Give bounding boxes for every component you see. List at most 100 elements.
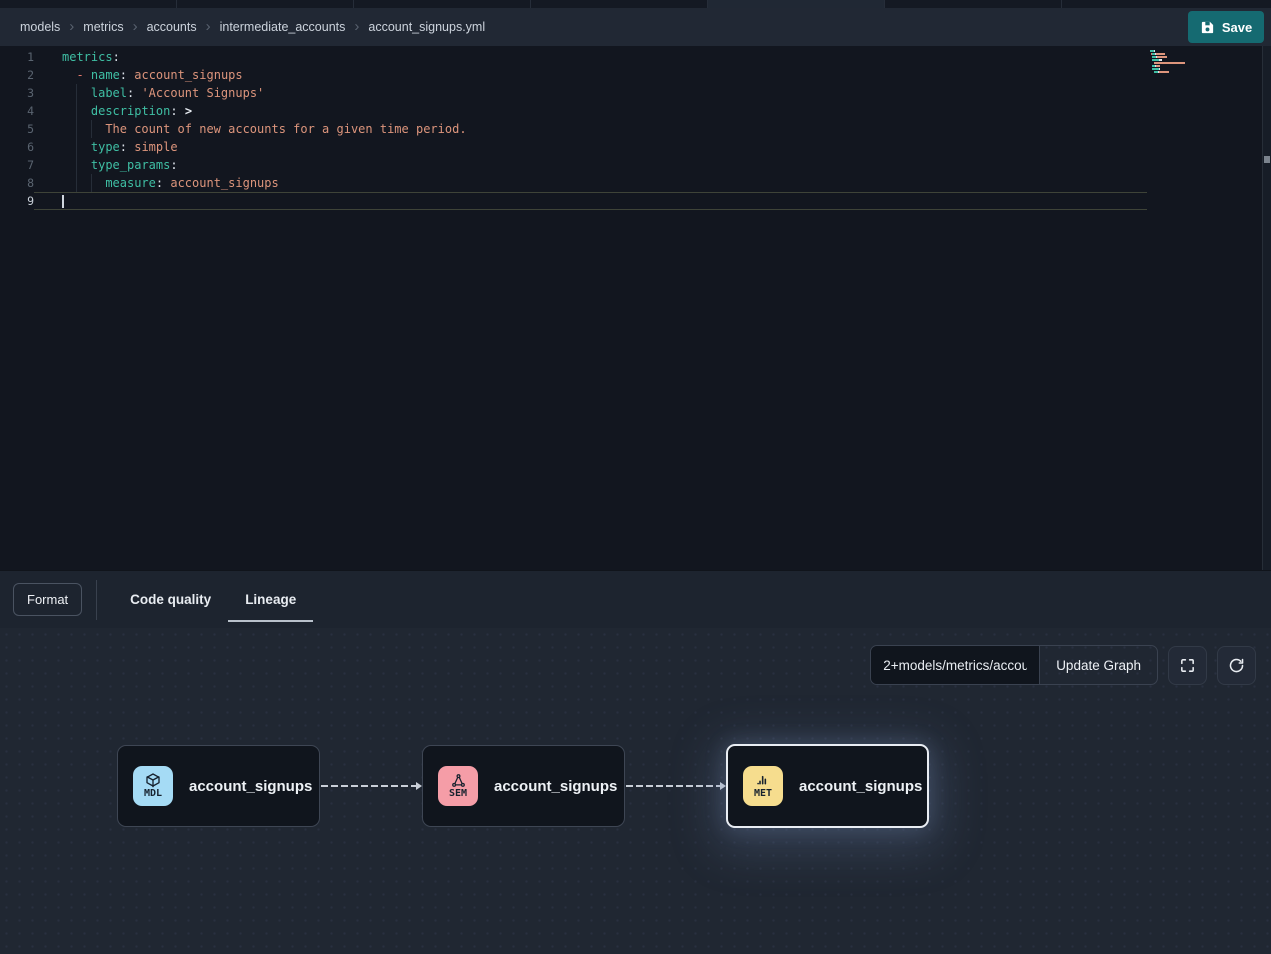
indent-guide bbox=[91, 174, 105, 192]
editor-tab[interactable] bbox=[0, 0, 177, 8]
lineage-canvas[interactable]: Update Graph bbox=[0, 628, 1271, 954]
indent-guide bbox=[62, 120, 76, 138]
indent-guide bbox=[76, 84, 90, 102]
code-token: account_signups bbox=[170, 176, 278, 190]
panel-tabs: Code qualityLineage bbox=[113, 571, 313, 628]
code-token: name bbox=[91, 68, 120, 82]
refresh-button[interactable] bbox=[1217, 646, 1256, 685]
minimap-segment bbox=[1159, 71, 1168, 73]
node-label: account_signups bbox=[799, 778, 922, 795]
minimap-segment bbox=[1152, 68, 1159, 70]
chevron-right-icon: › bbox=[69, 19, 74, 34]
scrollbar[interactable] bbox=[1262, 46, 1271, 570]
minimap-segment bbox=[1161, 59, 1162, 61]
minimap-line bbox=[1150, 56, 1210, 58]
indent-guide bbox=[76, 120, 90, 138]
minimap-line bbox=[1150, 53, 1210, 55]
minimap-line bbox=[1150, 74, 1210, 76]
code-token: metrics bbox=[62, 50, 113, 64]
lineage-selector-input[interactable] bbox=[871, 646, 1039, 684]
minimap[interactable] bbox=[1150, 50, 1210, 77]
line-number: 5 bbox=[0, 120, 34, 138]
tab-lineage[interactable]: Lineage bbox=[228, 571, 313, 628]
code-line-content: type: simple bbox=[34, 138, 1147, 156]
minimap-segment bbox=[1156, 53, 1165, 55]
panel-tabs-row: Format Code qualityLineage bbox=[0, 571, 1271, 628]
code-token: The count of new accounts for a given ti… bbox=[105, 122, 466, 136]
editor-tab[interactable] bbox=[354, 0, 531, 8]
editor-tab[interactable] bbox=[708, 0, 885, 8]
editor-tab[interactable] bbox=[531, 0, 708, 8]
save-button[interactable]: Save bbox=[1188, 11, 1264, 43]
minimap-line bbox=[1150, 68, 1210, 70]
line-number: 7 bbox=[0, 156, 34, 174]
line-number: 1 bbox=[0, 48, 34, 66]
editor-tab[interactable] bbox=[177, 0, 354, 8]
lineage-toolbar: Update Graph bbox=[870, 645, 1256, 685]
code-token: simple bbox=[134, 140, 177, 154]
code-editor[interactable]: 1metrics:2 - name: account_signups3 labe… bbox=[0, 46, 1271, 570]
code-line-content: metrics: bbox=[34, 48, 1147, 66]
line-number: 2 bbox=[0, 66, 34, 84]
code-line: 4 description: > bbox=[0, 102, 1271, 120]
save-icon bbox=[1200, 20, 1215, 35]
chevron-right-icon: › bbox=[354, 19, 359, 34]
code-line-content: - name: account_signups bbox=[34, 66, 1147, 84]
indent-guide bbox=[62, 102, 76, 120]
code-line: 9 bbox=[0, 192, 1271, 210]
tab-code-quality[interactable]: Code quality bbox=[113, 571, 228, 628]
code-line-content: measure: account_signups bbox=[34, 174, 1147, 192]
code-token: : bbox=[120, 140, 134, 154]
minimap-line bbox=[1150, 71, 1210, 73]
refresh-icon bbox=[1228, 657, 1245, 674]
code-token: label bbox=[91, 86, 127, 100]
code-token: : bbox=[120, 68, 134, 82]
minimap-segment bbox=[1156, 65, 1160, 67]
format-button[interactable]: Format bbox=[13, 583, 82, 616]
minimap-line bbox=[1150, 62, 1210, 64]
breadcrumb: models›metrics›accounts›intermediate_acc… bbox=[20, 20, 485, 34]
editor-tab[interactable] bbox=[1062, 0, 1271, 8]
update-graph-button[interactable]: Update Graph bbox=[1039, 646, 1157, 684]
node-badge-label: MET bbox=[754, 788, 772, 800]
editor-tab[interactable] bbox=[885, 0, 1062, 8]
minimap-segment bbox=[1157, 56, 1168, 58]
code-lines: 1metrics:2 - name: account_signups3 labe… bbox=[0, 48, 1271, 210]
indent-guide bbox=[62, 138, 76, 156]
line-number: 6 bbox=[0, 138, 34, 156]
indent-guide bbox=[76, 102, 90, 120]
code-token: : bbox=[170, 104, 184, 118]
minimap-line bbox=[1150, 65, 1210, 67]
minimap-line bbox=[1150, 50, 1210, 52]
scrollbar-thumb[interactable] bbox=[1264, 156, 1270, 163]
code-token: type bbox=[91, 140, 120, 154]
bar-chart-icon bbox=[755, 772, 771, 788]
code-token: : bbox=[127, 86, 141, 100]
divider bbox=[96, 580, 97, 620]
code-token: account_signups bbox=[134, 68, 242, 82]
line-number: 8 bbox=[0, 174, 34, 192]
node-badge: MDL bbox=[133, 766, 173, 806]
lineage-node[interactable]: SEMaccount_signups bbox=[422, 745, 625, 827]
code-line: 8 measure: account_signups bbox=[0, 174, 1271, 192]
indent-guide bbox=[91, 120, 105, 138]
breadcrumb-item: intermediate_accounts bbox=[220, 20, 346, 34]
semantic-network-icon bbox=[451, 773, 466, 788]
code-token: description bbox=[91, 104, 170, 118]
node-badge: SEM bbox=[438, 766, 478, 806]
code-line-content bbox=[34, 192, 1147, 210]
code-line: 5 The count of new accounts for a given … bbox=[0, 120, 1271, 138]
breadcrumb-item: models bbox=[20, 20, 60, 34]
code-line-content: type_params: bbox=[34, 156, 1147, 174]
code-token: : bbox=[156, 176, 170, 190]
text-cursor bbox=[62, 195, 64, 208]
fullscreen-button[interactable] bbox=[1168, 646, 1207, 685]
code-token: type_params bbox=[91, 158, 170, 172]
fullscreen-icon bbox=[1179, 657, 1196, 674]
code-token: - bbox=[76, 68, 90, 82]
indent-guide bbox=[62, 84, 76, 102]
selector-group: Update Graph bbox=[870, 645, 1158, 685]
lineage-node[interactable]: MET account_signups bbox=[726, 744, 929, 828]
node-label: account_signups bbox=[189, 778, 312, 795]
lineage-node[interactable]: MDL account_signups bbox=[117, 745, 320, 827]
